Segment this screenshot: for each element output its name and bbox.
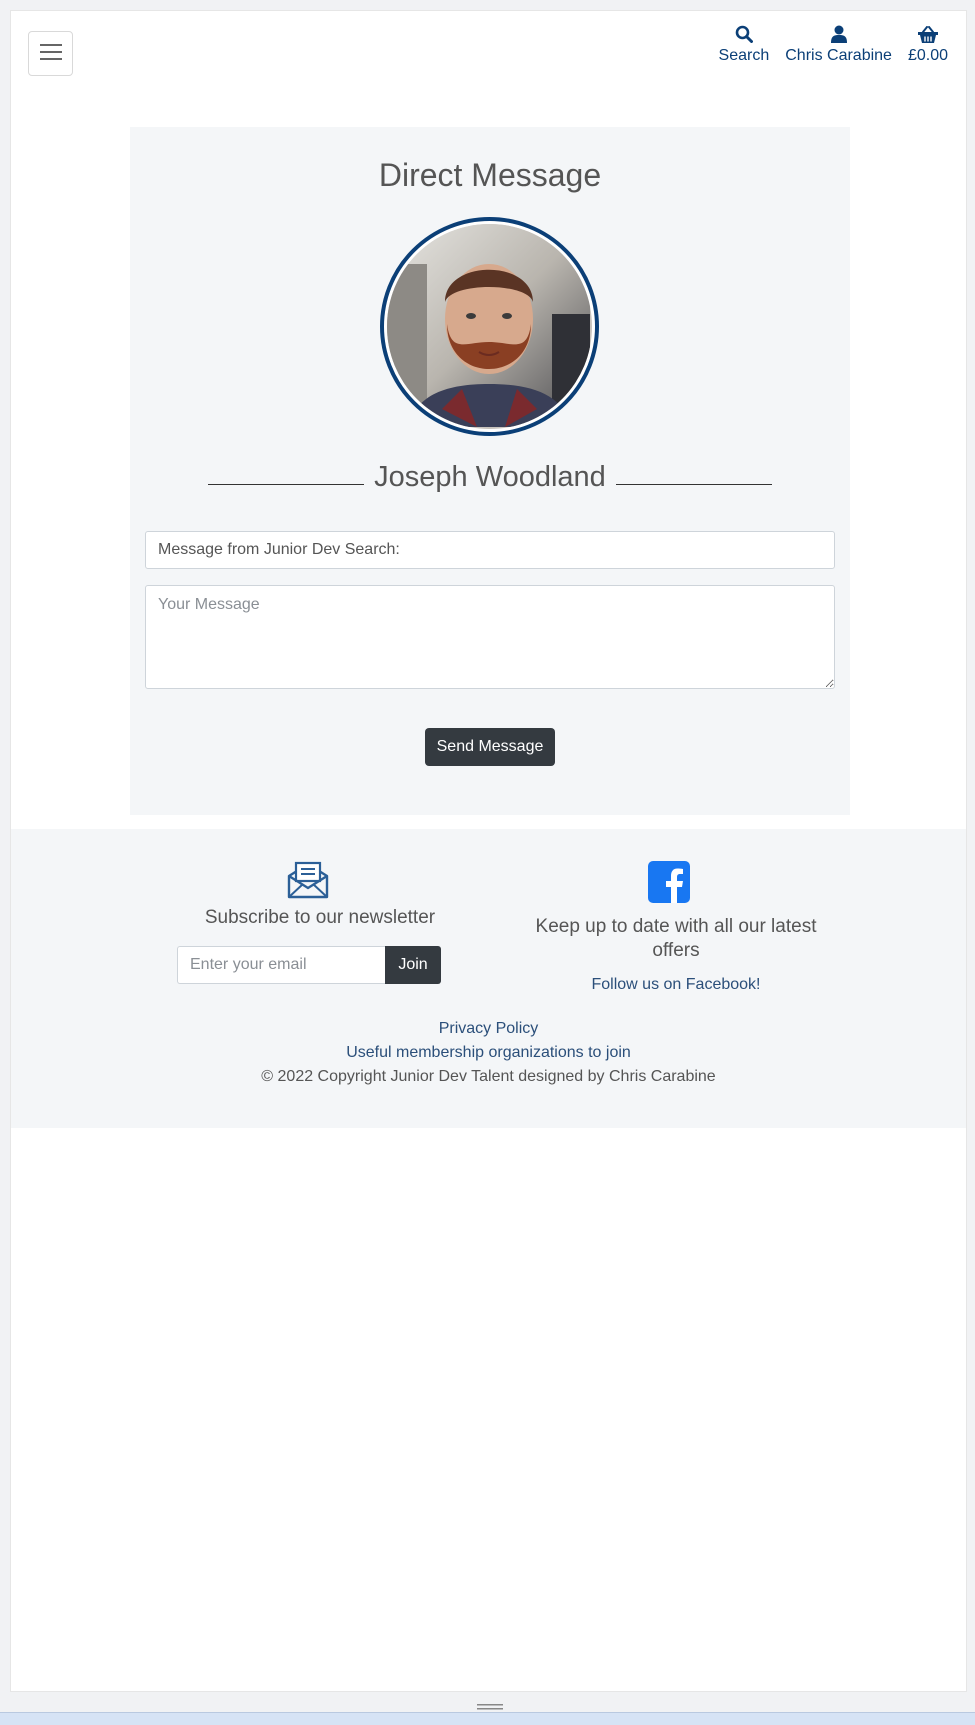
newsletter-form: Join (177, 946, 441, 984)
join-button[interactable]: Join (385, 946, 441, 984)
subject-input[interactable] (145, 531, 835, 569)
profile-name-row: Joseph Woodland (130, 461, 850, 494)
profile-photo (387, 224, 592, 429)
divider-left (208, 484, 365, 485)
menu-toggle-button[interactable] (28, 31, 73, 76)
send-message-button[interactable]: Send Message (425, 728, 555, 766)
email-input[interactable] (177, 946, 385, 984)
divider-right (615, 484, 772, 485)
hamburger-icon (39, 43, 62, 64)
nav-basket-total: £0.00 (907, 47, 948, 64)
nav-search-label: Search (718, 47, 770, 64)
footer-links: Privacy Policy Useful membership organiz… (11, 1017, 966, 1089)
avatar (380, 217, 599, 436)
facebook-link[interactable]: Follow us on Facebook! (511, 976, 841, 994)
privacy-policy-link[interactable]: Privacy Policy (11, 1017, 966, 1041)
nav-search[interactable]: Search (718, 23, 770, 65)
top-nav: Search Chris Carabine £0.00 (719, 23, 948, 65)
membership-link[interactable]: Useful membership organizations to join (11, 1041, 966, 1065)
taskbar (0, 1712, 975, 1725)
page-title: Direct Message (378, 157, 602, 193)
nav-account[interactable]: Chris Carabine (785, 23, 892, 65)
profile-name: Joseph Woodland (374, 461, 606, 493)
newsletter-title: Subscribe to our newsletter (204, 907, 436, 928)
user-icon (830, 23, 847, 45)
nav-account-label: Chris Carabine (785, 47, 892, 64)
search-icon (735, 23, 753, 45)
direct-message-card: Direct Message Joseph Woodland Message f… (130, 127, 850, 815)
offers-text: Keep up to date with all our latest offe… (535, 916, 817, 961)
page: Search Chris Carabine £0.00 Direct Messa… (10, 10, 967, 1692)
copyright-text: © 2022 Copyright Junior Dev Talent desig… (261, 1068, 716, 1085)
facebook-icon[interactable] (648, 861, 690, 908)
footer: Subscribe to our newsletter Join Keep up… (11, 829, 966, 1128)
envelope-open-icon (287, 861, 329, 904)
nav-basket[interactable]: £0.00 (908, 23, 948, 65)
basket-icon (917, 23, 938, 45)
message-textarea[interactable] (145, 585, 835, 689)
